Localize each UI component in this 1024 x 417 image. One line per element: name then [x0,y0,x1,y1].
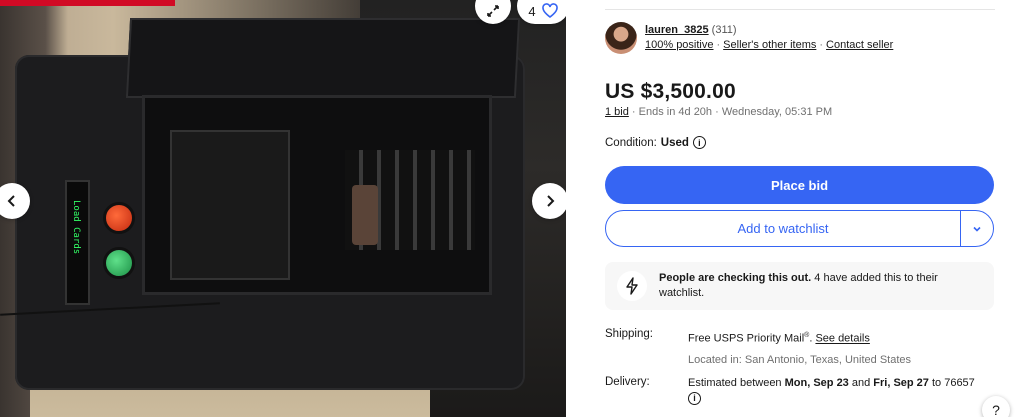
device-lid [125,18,521,98]
bid-count-link[interactable]: 1 bid [605,106,629,118]
device-spindle [352,185,378,245]
add-to-watchlist-button[interactable]: Add to watchlist [606,211,960,246]
see-details-link[interactable]: See details [815,333,869,345]
next-image-button[interactable] [532,183,566,219]
watch-count: 4 [528,3,536,19]
current-price: US $3,500.00 [605,80,736,103]
photo-badge-strip [0,0,175,6]
info-icon[interactable]: i [692,136,706,149]
chevron-left-icon [7,195,15,207]
activity-alert: People are checking this out. 4 have add… [605,262,994,310]
lightning-icon [617,271,647,301]
top-divider [605,9,995,10]
alert-title: People are checking this out. [659,272,812,284]
shipping-method: Free USPS Priority Mail [688,332,805,345]
seller-positive-link[interactable]: 100% positive [645,39,714,51]
auction-end-date: Wednesday, 05:31 PM [721,106,833,118]
place-bid-button[interactable]: Place bid [605,166,994,204]
item-photo[interactable]: Load Cards 4 [0,0,566,417]
watchlist-button-group: Add to watchlist [605,210,994,247]
delivery-end: Fri, Sep 27 [873,377,929,389]
delivery-start: Mon, Sep 23 [784,377,849,389]
expand-icon [487,5,499,17]
seller-name-link[interactable]: lauren_3825 [645,24,709,36]
shipping-value: Free USPS Priority Mail®. See details Lo… [688,328,998,368]
chevron-right-icon [547,195,555,207]
device-red-button [103,202,135,234]
seller-avatar[interactable] [605,22,637,54]
device-display-text: Load Cards [71,200,81,255]
delivery-label: Delivery: [605,376,650,388]
delivery-info-icon[interactable]: i [688,392,701,405]
device-mechanism [170,130,290,280]
watchlist-dropdown-button[interactable] [961,211,993,246]
seller-other-items-link[interactable]: Seller's other items [723,39,816,51]
item-location: Located in: San Antonio, Texas, United S… [688,353,912,366]
device-display: Load Cards [65,180,90,305]
auction-ends: Ends in 4d 20h [638,106,713,118]
help-button[interactable]: ? [982,396,1010,417]
condition-row: Condition: Used i [605,136,706,149]
watch-count-button[interactable]: 4 [517,0,566,24]
shipping-label: Shipping: [605,328,653,340]
condition-value: Used [660,136,689,149]
seller-card: lauren_3825 (311) 100% positive · Seller's… [605,22,893,54]
heart-icon [541,3,558,19]
delivery-value: Estimated between Mon, Sep 23 and Fri, S… [688,377,975,405]
contact-seller-link[interactable]: Contact seller [826,39,893,51]
chevron-down-icon [973,226,981,232]
device-green-button [103,247,135,279]
condition-label: Condition: [605,136,657,149]
seller-score: (311) [711,24,737,36]
bid-info: 1 bid · Ends in 4d 20h · Wednesday, 05:3… [605,106,833,118]
